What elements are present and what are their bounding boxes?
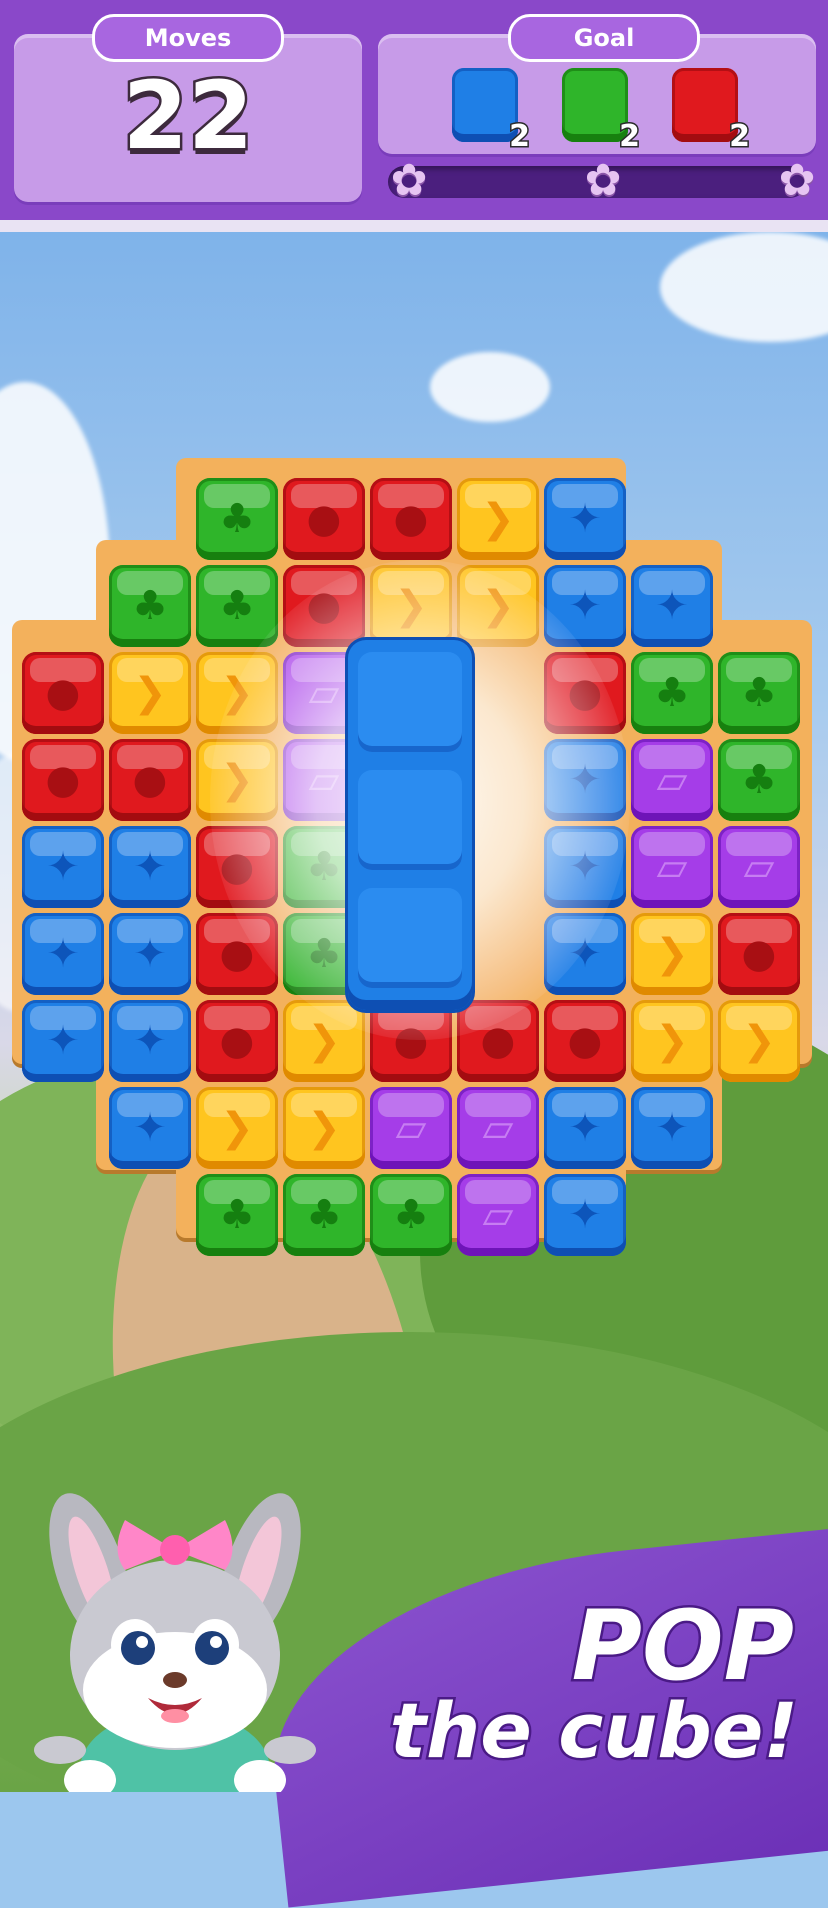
- blue-cube[interactable]: ✦: [22, 826, 104, 908]
- red-cube-symbol-icon: ●: [567, 1018, 603, 1064]
- yellow-cube[interactable]: ❯: [457, 478, 539, 560]
- yellow-cube[interactable]: ❯: [631, 913, 713, 995]
- red-cube[interactable]: ●: [718, 913, 800, 995]
- purple-cube-symbol-icon: ▱: [656, 757, 688, 803]
- blue-cube-symbol-icon: ✦: [46, 931, 80, 977]
- purple-cube[interactable]: ▱: [718, 826, 800, 908]
- blue-cube[interactable]: ✦: [544, 1087, 626, 1169]
- yellow-cube[interactable]: ❯: [631, 1000, 713, 1082]
- green-cube[interactable]: ♣: [718, 739, 800, 821]
- blue-cube[interactable]: ✦: [109, 826, 191, 908]
- red-cube-symbol-icon: ●: [219, 1018, 255, 1064]
- blue-cube-symbol-icon: ✦: [655, 583, 689, 629]
- blue-cube[interactable]: [358, 770, 462, 870]
- yellow-cube-symbol-icon: ❯: [133, 670, 167, 716]
- purple-cube[interactable]: ▱: [370, 1087, 452, 1169]
- green-cube-symbol-icon: ♣: [393, 1192, 429, 1238]
- green-cube[interactable]: ♣: [631, 652, 713, 734]
- red-cube[interactable]: ●: [22, 739, 104, 821]
- green-cube[interactable]: ♣: [283, 1174, 365, 1256]
- blue-cube[interactable]: ✦: [631, 565, 713, 647]
- green-cube[interactable]: ♣: [370, 1174, 452, 1256]
- purple-cube[interactable]: ▱: [631, 739, 713, 821]
- blue-cube-symbol-icon: ✦: [133, 844, 167, 890]
- blue-cube-symbol-icon: ✦: [46, 844, 80, 890]
- blue-cube[interactable]: ✦: [22, 913, 104, 995]
- red-cube[interactable]: ●: [544, 1000, 626, 1082]
- bunny-mascot: [34, 1493, 316, 1792]
- green-cube[interactable]: ♣: [196, 478, 278, 560]
- green-cube[interactable]: ♣: [718, 652, 800, 734]
- purple-cube-symbol-icon: ▱: [395, 1105, 427, 1151]
- red-cube-symbol-icon: ●: [393, 496, 429, 542]
- red-cube[interactable]: ●: [109, 739, 191, 821]
- green-cube-symbol-icon: ♣: [219, 496, 255, 542]
- blue-cube-symbol-icon: ✦: [568, 496, 602, 542]
- blue-cube-symbol-icon: ✦: [46, 1018, 80, 1064]
- blue-cube[interactable]: ✦: [22, 1000, 104, 1082]
- green-cube-symbol-icon: ♣: [219, 1192, 255, 1238]
- yellow-cube-symbol-icon: ❯: [742, 1018, 776, 1064]
- blue-cube-symbol-icon: ✦: [133, 1018, 167, 1064]
- purple-cube[interactable]: ▱: [457, 1174, 539, 1256]
- blue-cube[interactable]: ✦: [109, 1000, 191, 1082]
- green-cube[interactable]: ♣: [196, 565, 278, 647]
- yellow-cube[interactable]: ❯: [196, 1087, 278, 1169]
- blue-cube[interactable]: [358, 888, 462, 988]
- yellow-cube-symbol-icon: ❯: [307, 1105, 341, 1151]
- blue-cube-symbol-icon: ✦: [568, 1105, 602, 1151]
- yellow-cube-symbol-icon: ❯: [655, 1018, 689, 1064]
- red-cube-symbol-icon: ●: [45, 757, 81, 803]
- purple-cube[interactable]: ▱: [631, 826, 713, 908]
- green-cube-symbol-icon: ♣: [219, 583, 255, 629]
- green-cube-symbol-icon: ♣: [306, 1192, 342, 1238]
- red-cube[interactable]: ●: [283, 478, 365, 560]
- green-cube-symbol-icon: ♣: [654, 670, 690, 716]
- purple-cube[interactable]: ▱: [457, 1087, 539, 1169]
- red-cube[interactable]: ●: [370, 478, 452, 560]
- blue-cube[interactable]: ✦: [631, 1087, 713, 1169]
- green-cube-symbol-icon: ♣: [741, 757, 777, 803]
- blue-cube-symbol-icon: ✦: [655, 1105, 689, 1151]
- yellow-cube-symbol-icon: ❯: [481, 496, 515, 542]
- blue-cube-symbol-icon: ✦: [133, 931, 167, 977]
- purple-cube-symbol-icon: ▱: [482, 1105, 514, 1151]
- banner-subtitle: the cube!: [387, 1685, 800, 1776]
- green-cube-symbol-icon: ♣: [741, 670, 777, 716]
- purple-cube-symbol-icon: ▱: [656, 844, 688, 890]
- banner-title: POP: [569, 1590, 796, 1702]
- yellow-cube[interactable]: ❯: [109, 652, 191, 734]
- red-cube-symbol-icon: ●: [132, 757, 168, 803]
- yellow-cube-symbol-icon: ❯: [655, 931, 689, 977]
- blue-cube[interactable]: ✦: [109, 913, 191, 995]
- red-cube-symbol-icon: ●: [741, 931, 777, 977]
- blue-cube-symbol-icon: ✦: [133, 1105, 167, 1151]
- blue-cube[interactable]: [358, 652, 462, 752]
- red-cube-symbol-icon: ●: [306, 496, 342, 542]
- blue-cube-symbol-icon: ✦: [568, 1192, 602, 1238]
- blue-cube[interactable]: ✦: [544, 1174, 626, 1256]
- red-cube-symbol-icon: ●: [45, 670, 81, 716]
- red-cube[interactable]: ●: [196, 1000, 278, 1082]
- yellow-cube[interactable]: ❯: [718, 1000, 800, 1082]
- yellow-cube-symbol-icon: ❯: [220, 1105, 254, 1151]
- blue-cube[interactable]: ✦: [544, 478, 626, 560]
- green-cube-symbol-icon: ♣: [132, 583, 168, 629]
- red-cube[interactable]: ●: [22, 652, 104, 734]
- yellow-cube[interactable]: ❯: [283, 1087, 365, 1169]
- green-cube[interactable]: ♣: [109, 565, 191, 647]
- green-cube[interactable]: ♣: [196, 1174, 278, 1256]
- purple-cube-symbol-icon: ▱: [743, 844, 775, 890]
- purple-cube-symbol-icon: ▱: [482, 1192, 514, 1238]
- blue-cube[interactable]: ✦: [109, 1087, 191, 1169]
- highlighted-blue-column[interactable]: [348, 640, 472, 1010]
